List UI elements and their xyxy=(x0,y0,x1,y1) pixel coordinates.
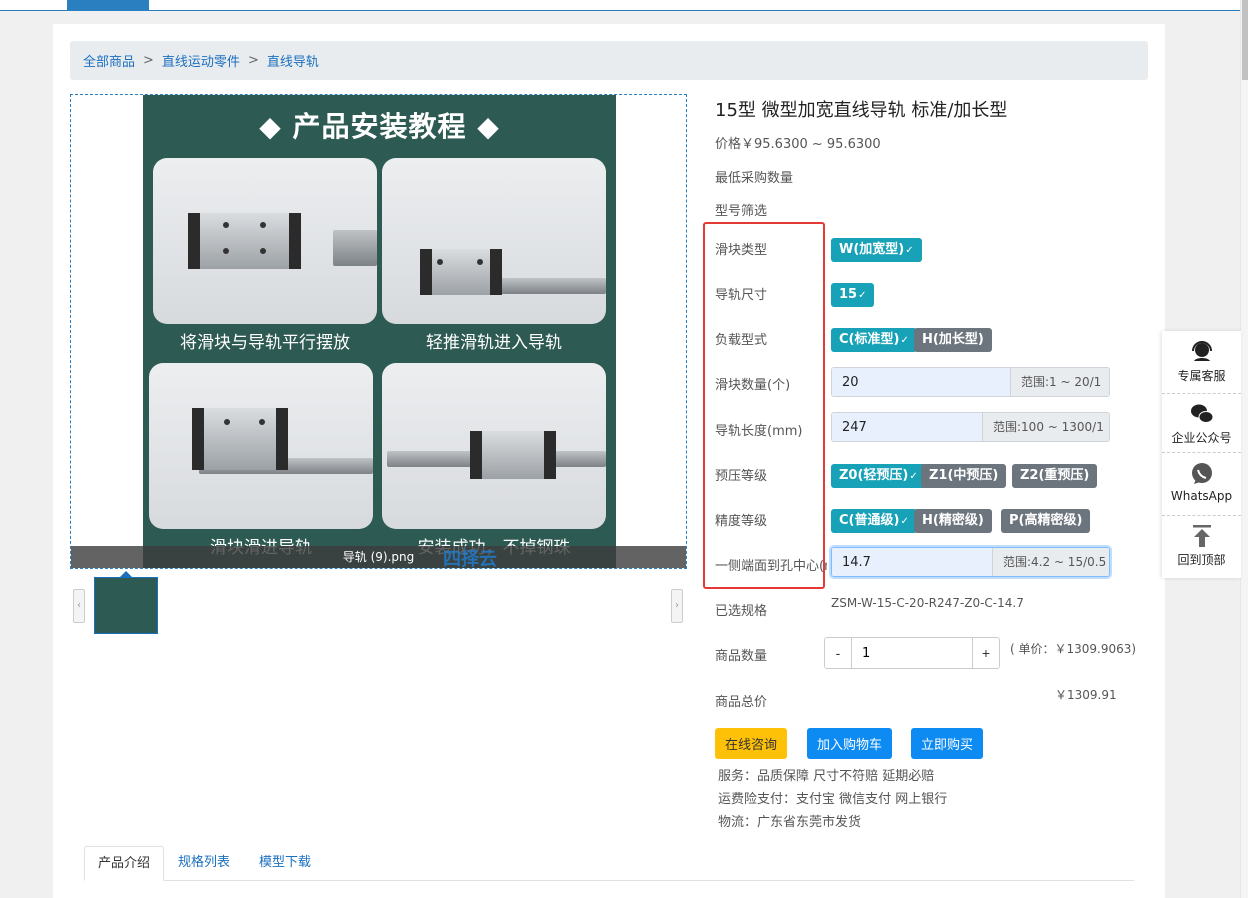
total-price-value: ￥1309.91 xyxy=(1055,688,1117,702)
thumbnail-strip: ‹ › xyxy=(70,571,687,639)
precision-label: 精度等级 xyxy=(715,514,768,529)
quantity-label: 商品数量 xyxy=(715,649,768,664)
whatsapp-icon xyxy=(1191,463,1212,484)
thumbnail-next-arrow[interactable]: › xyxy=(671,589,683,623)
slider-count-field: 范围:1 ~ 20/1 xyxy=(831,367,1110,397)
tab-product-intro[interactable]: 产品介绍 xyxy=(84,846,165,881)
wechat-account-button[interactable]: 企业公众号 xyxy=(1162,401,1241,446)
breadcrumb-separator: > xyxy=(143,53,154,68)
service-info: 服务：品质保障 尺寸不符赔 延期必赔 xyxy=(718,769,935,784)
end-to-hole-label: 一侧端面到孔中心(mm) xyxy=(715,559,827,574)
top-nav-bar xyxy=(0,0,1240,11)
selected-spec-value: ZSM-W-15-C-20-R247-Z0-C-14.7 xyxy=(831,596,1024,610)
floating-contact-panel: 专属客服 企业公众号 WhatsApp 回到顶部 xyxy=(1162,331,1241,578)
install-step-caption-1: 将滑块与导轨平行摆放 xyxy=(180,333,350,353)
unit-price: ( 单价：￥1309.9063) xyxy=(1010,642,1137,656)
page-scrollbar[interactable] xyxy=(1240,0,1248,898)
quantity-decrease-button[interactable]: - xyxy=(825,638,851,668)
rail-size-label: 导轨尺寸 xyxy=(715,288,768,303)
top-nav-active-tab[interactable] xyxy=(67,0,149,10)
install-step-photo-3 xyxy=(149,363,373,529)
product-image: ◆ 产品安装教程 ◆ 将滑块与导轨平行摆放 轻推滑轨进入导轨 滑块滑进导轨 安装… xyxy=(143,95,616,568)
install-step-photo-2 xyxy=(382,158,606,324)
option-preload-z1[interactable]: Z1(中预压) xyxy=(921,464,1007,488)
install-step-photo-1 xyxy=(153,158,377,324)
install-step-photo-4 xyxy=(382,363,606,529)
slider-count-input[interactable] xyxy=(832,368,1010,396)
panel-divider xyxy=(1162,452,1241,453)
panel-divider xyxy=(1162,393,1241,394)
breadcrumb-linear-motion[interactable]: 直线运动零件 xyxy=(162,51,240,70)
breadcrumb-all-products[interactable]: 全部商品 xyxy=(83,51,135,70)
end-to-hole-input[interactable] xyxy=(832,548,992,576)
slider-count-range: 范围:1 ~ 20/1 xyxy=(1010,368,1109,396)
back-to-top-button[interactable]: 回到顶部 xyxy=(1162,523,1241,568)
rail-length-input[interactable] xyxy=(832,413,982,441)
option-preload-z0[interactable]: Z0(轻预压)✓ xyxy=(831,464,926,488)
thumbnail-prev-arrow[interactable]: ‹ xyxy=(73,589,85,623)
option-precision-c[interactable]: C(普通级)✓ xyxy=(831,509,917,533)
customer-service-button[interactable]: 专属客服 xyxy=(1162,339,1241,384)
install-step-caption-2: 轻推滑轨进入导轨 xyxy=(426,333,562,353)
option-load-type-c[interactable]: C(标准型)✓ xyxy=(831,328,917,352)
poster-title: ◆ 产品安装教程 ◆ xyxy=(259,110,500,143)
option-precision-h[interactable]: H(精密级) xyxy=(914,509,992,533)
breadcrumb-separator: > xyxy=(247,53,259,68)
min-order-label: 最低采购数量 xyxy=(715,171,794,186)
slider-count-label: 滑块数量(个) xyxy=(715,378,791,393)
slider-type-label: 滑块类型 xyxy=(715,243,768,258)
payment-info: 运费险支付：支付宝 微信支付 网上银行 xyxy=(718,792,948,807)
rail-length-label: 导轨长度(mm) xyxy=(715,424,803,439)
watermark-logo: 四择云 xyxy=(443,549,497,570)
price-range: 价格￥95.6300 ~ 95.6300 xyxy=(715,137,881,152)
scrollbar-thumb[interactable] xyxy=(1242,0,1248,80)
preload-label: 预压等级 xyxy=(715,469,768,484)
product-image-viewer[interactable]: ◆ 产品安装教程 ◆ 将滑块与导轨平行摆放 轻推滑轨进入导轨 滑块滑进导轨 安装… xyxy=(70,94,687,569)
option-load-type-h[interactable]: H(加长型) xyxy=(914,328,992,352)
quantity-increase-button[interactable]: + xyxy=(973,638,999,668)
online-consult-button[interactable]: 在线咨询 xyxy=(715,728,788,759)
tab-model-download[interactable]: 模型下载 xyxy=(246,846,324,881)
thumbnail-image[interactable] xyxy=(94,577,158,634)
customer-service-label: 专属客服 xyxy=(1177,369,1226,383)
load-type-label: 负载型式 xyxy=(715,333,768,348)
option-rail-size-15[interactable]: 15✓ xyxy=(831,283,875,307)
add-to-cart-button[interactable]: 加入购物车 xyxy=(807,728,893,759)
rail-length-field: 范围:100 ~ 1300/1 xyxy=(831,412,1110,442)
option-precision-p[interactable]: P(高精密级) xyxy=(1001,509,1091,533)
model-filter-label: 型号筛选 xyxy=(715,204,768,219)
image-filename-bar: 导轨 (9).png xyxy=(71,546,686,568)
whatsapp-label: WhatsApp xyxy=(1170,489,1233,503)
back-to-top-label: 回到顶部 xyxy=(1177,553,1226,567)
whatsapp-button[interactable]: WhatsApp xyxy=(1162,461,1241,503)
logistics-info: 物流：广东省东莞市发货 xyxy=(718,815,862,830)
tab-spec-list[interactable]: 规格列表 xyxy=(165,846,243,881)
quantity-input[interactable] xyxy=(851,638,973,668)
selected-spec-label: 已选规格 xyxy=(715,604,768,619)
option-slider-type-w[interactable]: W(加宽型)✓ xyxy=(831,238,922,262)
option-preload-z2[interactable]: Z2(重预压) xyxy=(1012,464,1098,488)
arrow-up-icon xyxy=(1192,525,1211,547)
buy-now-button[interactable]: 立即购买 xyxy=(911,728,984,759)
rail-length-range: 范围:100 ~ 1300/1 xyxy=(982,413,1109,441)
wechat-account-label: 企业公众号 xyxy=(1171,431,1232,445)
breadcrumb-linear-guide[interactable]: 直线导轨 xyxy=(267,51,319,70)
product-detail-tabs: 产品介绍 规格列表 模型下载 xyxy=(84,846,1134,881)
quantity-stepper: - + xyxy=(824,637,1000,669)
wechat-icon xyxy=(1190,404,1213,423)
panel-divider xyxy=(1162,515,1241,516)
breadcrumb: 全部商品 > 直线运动零件 > 直线导轨 xyxy=(70,41,1148,80)
headset-icon xyxy=(1191,341,1212,361)
end-to-hole-field: 范围:4.2 ~ 15/0.5 xyxy=(831,547,1110,577)
product-title: 15型 微型加宽直线导轨 标准/加长型 xyxy=(715,100,1008,121)
end-to-hole-range: 范围:4.2 ~ 15/0.5 xyxy=(992,548,1109,576)
total-price-label: 商品总价 xyxy=(715,695,768,710)
